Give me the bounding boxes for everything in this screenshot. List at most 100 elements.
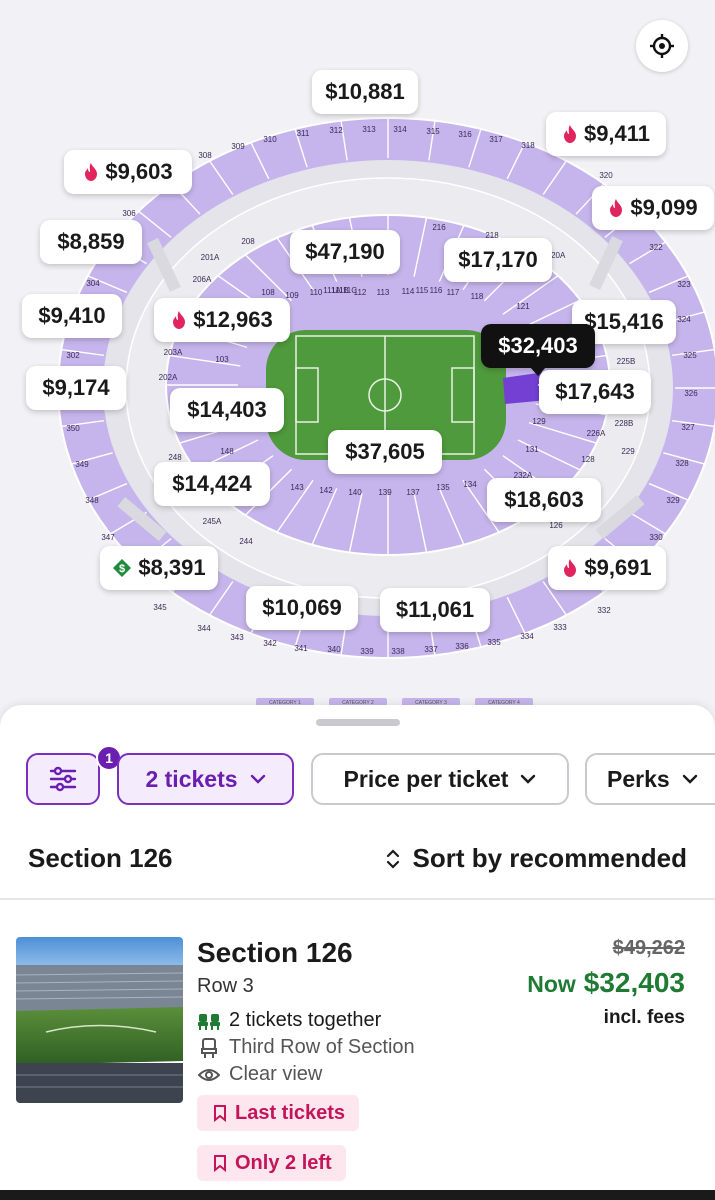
section-label-335[interactable]: 335 — [487, 638, 501, 647]
section-label-322[interactable]: 322 — [649, 243, 663, 252]
price-pin[interactable]: $17,643 — [539, 370, 651, 414]
price-pin[interactable]: $17,170 — [444, 238, 552, 282]
seat-map[interactable]: 308 309 310 311 312 313 314 315 316 317 318 108 109 1… — [0, 0, 715, 705]
section-label-314[interactable]: 314 — [393, 125, 407, 134]
section-label-142[interactable]: 142 — [319, 486, 333, 495]
section-label-326[interactable]: 326 — [684, 389, 698, 398]
locate-button[interactable] — [636, 20, 688, 72]
section-label-139[interactable]: 139 — [378, 488, 392, 497]
price-pin[interactable]: $8,859 — [40, 220, 142, 264]
section-label-338[interactable]: 338 — [391, 647, 405, 656]
section-label-135[interactable]: 135 — [436, 483, 450, 492]
section-label-348[interactable]: 348 — [85, 496, 99, 505]
section-label-318[interactable]: 318 — [521, 141, 535, 150]
section-label-114[interactable]: 114 — [402, 287, 415, 296]
section-label-244[interactable]: 244 — [239, 537, 253, 546]
section-label-320[interactable]: 320 — [599, 171, 613, 180]
section-label-309[interactable]: 309 — [231, 142, 245, 151]
section-label-112[interactable]: 112 — [354, 288, 367, 297]
section-label-115[interactable]: 115 — [416, 286, 429, 295]
price-pin[interactable]: $11,061 — [380, 588, 490, 632]
section-label-345[interactable]: 345 — [153, 603, 167, 612]
section-label-248[interactable]: 248 — [168, 453, 182, 462]
section-label-336[interactable]: 336 — [455, 642, 469, 651]
price-pin[interactable]: $12,963 — [154, 298, 290, 342]
price-pin[interactable]: $10,881 — [312, 70, 418, 114]
section-label-317[interactable]: 317 — [489, 135, 503, 144]
section-label-323[interactable]: 323 — [677, 280, 691, 289]
price-pin[interactable]: $9,691 — [548, 546, 666, 590]
price-pin[interactable]: $9,411 — [546, 112, 666, 156]
section-label-334[interactable]: 334 — [520, 632, 534, 641]
section-label-341[interactable]: 341 — [294, 644, 308, 653]
section-label-229[interactable]: 229 — [621, 447, 635, 456]
section-label-201A[interactable]: 201A — [201, 253, 220, 262]
section-label-312[interactable]: 312 — [329, 126, 343, 135]
price-pin-selected[interactable]: $32,403 — [481, 324, 595, 376]
tickets-dropdown[interactable]: 2 tickets — [117, 753, 294, 805]
section-label-316[interactable]: 316 — [458, 130, 472, 139]
section-label-308[interactable]: 308 — [198, 151, 212, 160]
section-label-315[interactable]: 315 — [426, 127, 440, 136]
section-label-324[interactable]: 324 — [677, 315, 691, 324]
section-label-342[interactable]: 342 — [263, 639, 277, 648]
section-label-148[interactable]: 148 — [220, 447, 234, 456]
price-pin[interactable]: $37,605 — [328, 430, 442, 474]
section-label-225B[interactable]: 225B — [617, 357, 636, 366]
ticket-listing[interactable]: Section 126 Row 3 2 tickets together Thi… — [0, 933, 715, 1193]
section-label-143[interactable]: 143 — [290, 483, 304, 492]
section-label-216[interactable]: 216 — [432, 223, 446, 232]
price-pin[interactable]: $ $8,391 — [100, 546, 218, 590]
section-label-226A[interactable]: 226A — [587, 429, 606, 438]
section-label-118[interactable]: 118 — [471, 292, 484, 301]
section-label-332[interactable]: 332 — [597, 606, 611, 615]
section-label-116[interactable]: 116 — [430, 286, 443, 295]
section-label-310[interactable]: 310 — [263, 135, 277, 144]
section-label-128[interactable]: 128 — [581, 455, 595, 464]
section-label-304[interactable]: 304 — [86, 279, 100, 288]
section-label-344[interactable]: 344 — [197, 624, 211, 633]
section-label-337[interactable]: 337 — [424, 645, 438, 654]
section-label-121[interactable]: 121 — [516, 302, 530, 311]
price-pin[interactable]: $9,410 — [22, 294, 122, 338]
section-label-349[interactable]: 349 — [75, 460, 89, 469]
filter-button[interactable]: 1 — [26, 745, 122, 805]
section-label-137[interactable]: 137 — [406, 488, 420, 497]
section-label-350[interactable]: 350 — [66, 424, 80, 433]
perks-dropdown[interactable]: Perks — [585, 753, 715, 805]
price-pin[interactable]: $9,174 — [26, 366, 126, 410]
section-label-343[interactable]: 343 — [230, 633, 244, 642]
price-pin[interactable]: $14,424 — [154, 462, 270, 506]
section-label-109[interactable]: 109 — [285, 291, 299, 300]
sort-button[interactable]: Sort by recommended — [386, 843, 687, 874]
section-label-333[interactable]: 333 — [553, 623, 567, 632]
section-label-306[interactable]: 306 — [122, 209, 136, 218]
section-label-228B[interactable]: 228B — [615, 419, 634, 428]
section-label-140[interactable]: 140 — [348, 488, 362, 497]
section-label-134[interactable]: 134 — [463, 480, 477, 489]
section-label-131[interactable]: 131 — [525, 445, 539, 454]
price-pin[interactable]: $9,603 — [64, 150, 192, 194]
section-label-302[interactable]: 302 — [66, 351, 80, 360]
section-label-327[interactable]: 327 — [681, 423, 695, 432]
section-label-325[interactable]: 325 — [683, 351, 697, 360]
price-pin[interactable]: $47,190 — [290, 230, 400, 274]
price-pin[interactable]: $14,403 — [170, 388, 284, 432]
section-label-103[interactable]: 103 — [215, 355, 229, 364]
section-label-113[interactable]: 113 — [377, 288, 390, 297]
section-label-245A[interactable]: 245A — [203, 517, 222, 526]
section-label-108[interactable]: 108 — [261, 288, 275, 297]
section-label-110[interactable]: 110 — [310, 288, 323, 297]
section-label-347[interactable]: 347 — [101, 533, 115, 542]
section-label-117[interactable]: 117 — [447, 288, 460, 297]
section-label-126[interactable]: 126 — [549, 521, 563, 530]
price-pin[interactable]: $10,069 — [246, 586, 358, 630]
section-label-328[interactable]: 328 — [675, 459, 689, 468]
section-label-202A[interactable]: 202A — [159, 373, 178, 382]
price-dropdown[interactable]: Price per ticket — [311, 753, 569, 805]
price-pin[interactable]: $18,603 — [487, 478, 601, 522]
section-label-330[interactable]: 330 — [649, 533, 663, 542]
section-label-340[interactable]: 340 — [327, 645, 341, 654]
section-label-206A[interactable]: 206A — [193, 275, 212, 284]
section-label-313[interactable]: 313 — [362, 125, 376, 134]
